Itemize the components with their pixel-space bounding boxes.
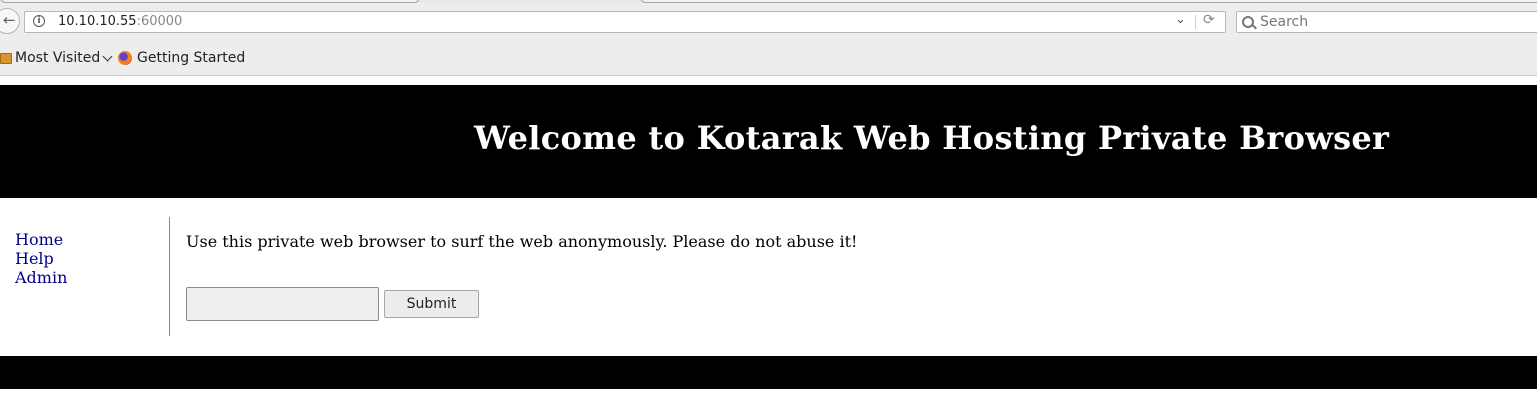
side-nav: Home Help Admin (15, 230, 165, 287)
intro-text: Use this private web browser to surf the… (186, 232, 858, 251)
search-placeholder: Search (1260, 14, 1309, 30)
navigation-toolbar: ← i 10.10.10.55:60000 ⌄ ⟳ Search (0, 3, 1537, 41)
url-bar-separator (1195, 15, 1196, 29)
bookmark-getting-started[interactable]: Getting Started (118, 50, 245, 66)
chevron-down-icon[interactable]: ⌄ (1175, 12, 1186, 27)
back-arrow-icon: ← (3, 11, 16, 29)
url-bar[interactable]: i 10.10.10.55:60000 ⌄ ⟳ (24, 11, 1226, 33)
submit-button[interactable]: Submit (384, 290, 479, 318)
bookmarks-toolbar: Most Visited Getting Started (0, 41, 1537, 76)
site-info-icon[interactable]: i (33, 15, 45, 27)
search-bar[interactable]: Search (1236, 11, 1537, 33)
url-text[interactable]: 10.10.10.55:60000 (58, 14, 182, 29)
folder-icon (0, 52, 12, 64)
main-content: Use this private web browser to surf the… (186, 232, 1486, 251)
content-top-gap (0, 76, 1537, 85)
nav-link-help[interactable]: Help (15, 249, 165, 268)
nav-link-admin[interactable]: Admin (15, 268, 165, 287)
firefox-icon (118, 51, 132, 65)
url-input[interactable] (186, 287, 379, 321)
bookmark-most-visited[interactable]: Most Visited (0, 50, 113, 66)
nav-link-home[interactable]: Home (15, 230, 165, 249)
bookmark-label: Most Visited (15, 50, 101, 66)
page-header: Welcome to Kotarak Web Hosting Private B… (0, 85, 1537, 198)
back-button[interactable]: ← (0, 8, 20, 34)
page-footer (0, 356, 1537, 389)
url-port: :60000 (136, 14, 183, 29)
search-icon (1242, 16, 1254, 28)
page-title: Welcome to Kotarak Web Hosting Private B… (474, 119, 1390, 157)
chevron-down-icon (102, 51, 113, 61)
reload-icon[interactable]: ⟳ (1203, 12, 1215, 28)
url-host: 10.10.10.55 (58, 14, 137, 29)
vertical-divider (169, 217, 170, 336)
bookmark-label: Getting Started (137, 50, 246, 66)
